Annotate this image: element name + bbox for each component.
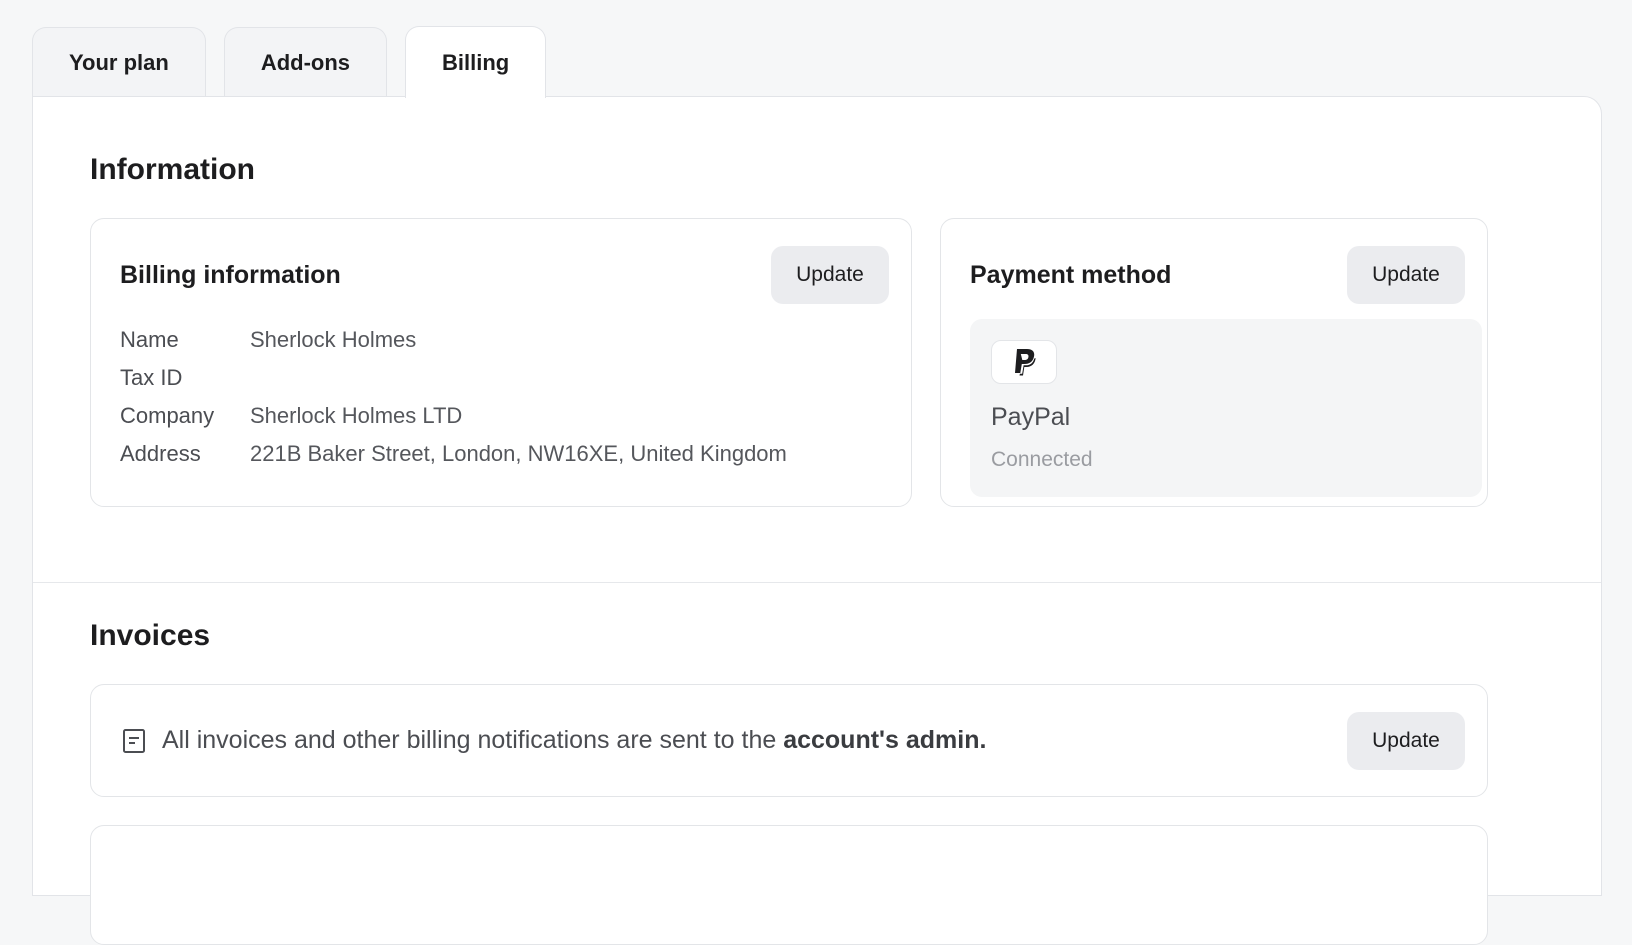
billing-row-name: Name Sherlock Holmes [120, 327, 416, 353]
billing-row-label: Name [120, 327, 179, 352]
billing-row-label: Address [120, 441, 201, 466]
billing-row-value: Sherlock Holmes LTD [250, 403, 463, 428]
payment-method-status: Connected [991, 448, 1093, 471]
update-invoices-recipient-button[interactable]: Update [1347, 712, 1465, 770]
tab-billing[interactable]: Billing [405, 26, 547, 98]
billing-row-value: 221B Baker Street, London, NW16XE, Unite… [250, 441, 787, 466]
payment-method-card: Payment method Update PayPal Connected [940, 218, 1488, 507]
next-invoices-card [90, 825, 1488, 945]
tab-bar: Your plan Add-ons Billing [32, 26, 547, 98]
billing-row-label: Company [120, 403, 215, 428]
billing-row-value: Sherlock Holmes [250, 327, 417, 352]
update-payment-method-button[interactable]: Update [1347, 246, 1465, 304]
invoices-notice-recipient: account's admin. [783, 726, 987, 754]
payment-method-name: PayPal [991, 403, 1071, 431]
billing-panel: Information Billing information Update N… [32, 96, 1602, 945]
invoices-notice-text: All invoices and other billing notificat… [162, 726, 986, 755]
section-divider [33, 582, 1601, 583]
paypal-logo [991, 340, 1057, 384]
invoices-notice-card: All invoices and other billing notificat… [90, 684, 1488, 797]
invoices-notice: All invoices and other billing notificat… [122, 685, 986, 796]
information-section-title: Information [90, 153, 255, 186]
payment-method-title: Payment method [970, 261, 1172, 289]
paypal-icon [1015, 349, 1036, 376]
billing-row-label: Tax ID [120, 365, 183, 390]
payment-method-details: PayPal Connected [970, 319, 1482, 497]
billing-row-address: Address 221B Baker Street, London, NW16X… [120, 441, 787, 467]
billing-information-card: Billing information Update Name Sherlock… [90, 218, 912, 507]
billing-information-title: Billing information [120, 261, 341, 289]
update-billing-info-button[interactable]: Update [771, 246, 889, 304]
billing-row-company: Company Sherlock Holmes LTD [120, 403, 462, 429]
invoices-section-title: Invoices [90, 619, 211, 652]
billing-row-tax-id: Tax ID [120, 365, 250, 391]
tab-add-ons[interactable]: Add-ons [223, 27, 388, 98]
invoices-notice-prefix: All invoices and other billing notificat… [162, 726, 777, 754]
document-icon [123, 728, 145, 753]
tab-your-plan[interactable]: Your plan [32, 27, 206, 98]
